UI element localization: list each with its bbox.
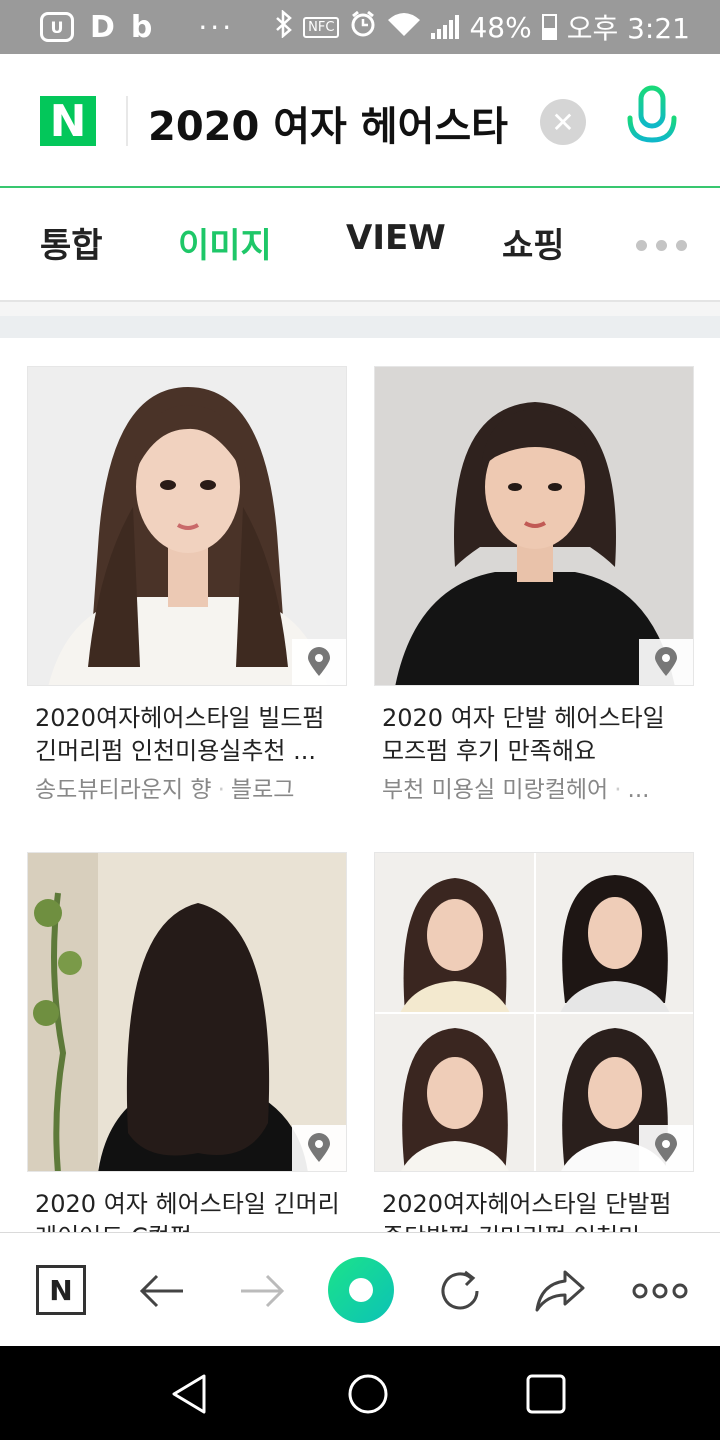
image-result[interactable]: 2020 여자 단발 헤어스타일 모즈펌 후기 만족해요 부천 미용실 미랑컬헤…	[374, 366, 694, 804]
tab-view[interactable]: VIEW	[346, 218, 446, 258]
alarm-icon	[349, 10, 377, 45]
battery-icon	[541, 14, 557, 40]
source-name: 송도뷰티라운지 향	[35, 777, 212, 803]
clear-search-button[interactable]: ✕	[540, 99, 586, 145]
share-icon	[535, 1270, 585, 1312]
result-thumbnail[interactable]	[374, 366, 694, 686]
search-input[interactable]: 2020 여자 헤어스타	[148, 94, 528, 152]
spacer	[0, 302, 720, 316]
green-dot-button[interactable]	[328, 1257, 394, 1323]
source-name: 부천 미용실 미랑컬헤어	[382, 777, 609, 803]
nav-recents-button[interactable]	[524, 1372, 568, 1416]
source-type: 블로그	[230, 777, 295, 803]
forward-button[interactable]	[232, 1261, 292, 1321]
more-tabs-button[interactable]	[636, 240, 687, 251]
back-button[interactable]	[132, 1261, 192, 1321]
app-notification-icon: b	[130, 9, 153, 45]
result-thumbnail[interactable]	[374, 852, 694, 1172]
source-type: ...	[627, 777, 650, 803]
location-pin-icon[interactable]	[292, 639, 346, 685]
clock: 오후 3:21	[566, 12, 690, 45]
circle-home-icon	[348, 1374, 388, 1414]
tab-shopping[interactable]: 쇼핑	[502, 218, 565, 267]
image-result[interactable]: 2020여자헤어스타일 빌드펌 긴머리펌 인천미용실추천 ... 송도뷰티라운지…	[27, 366, 347, 804]
result-title[interactable]: 2020 여자 단발 헤어스타일 모즈펌 후기 만족해요	[374, 702, 694, 768]
more-menu-button[interactable]	[630, 1261, 690, 1321]
microphone-icon	[627, 85, 677, 155]
image-result[interactable]: 2020여자헤어스타일 단발펌 중단발펌 긴머리펌 인천미	[374, 852, 694, 1254]
nav-home-button[interactable]	[346, 1372, 390, 1416]
divider	[126, 96, 128, 146]
search-tabs: 통합 이미지 VIEW 쇼핑	[0, 188, 720, 302]
app-notification-icon: D	[90, 9, 115, 45]
nav-back-button[interactable]	[168, 1372, 212, 1416]
tab-images[interactable]: 이미지	[178, 218, 272, 267]
system-nav-bar	[0, 1346, 720, 1440]
result-title[interactable]: 2020여자헤어스타일 빌드펌 긴머리펌 인천미용실추천 ...	[27, 702, 347, 768]
share-button[interactable]	[530, 1261, 590, 1321]
tab-integrated[interactable]: 통합	[40, 218, 103, 267]
section-divider	[0, 316, 720, 338]
browser-toolbar: N	[0, 1232, 720, 1346]
voice-search-button[interactable]	[622, 84, 682, 160]
triangle-back-icon	[172, 1374, 206, 1414]
result-thumbnail[interactable]	[27, 852, 347, 1172]
image-result[interactable]: 2020 여자 헤어스타일 긴머리 레이어드 C컬펌	[27, 852, 347, 1254]
app-notification-icon: U	[40, 12, 74, 42]
refresh-icon	[441, 1270, 479, 1310]
result-source: 부천 미용실 미랑컬헤어 ·...	[382, 777, 650, 803]
battery-percent: 48%	[469, 10, 532, 44]
result-source: 송도뷰티라운지 향 · 블로그	[35, 777, 295, 803]
home-button[interactable]: N	[36, 1265, 86, 1315]
search-header: N 2020 여자 헤어스타 ✕	[0, 54, 720, 188]
more-dots-icon	[632, 1283, 688, 1299]
naver-logo[interactable]: N	[40, 96, 96, 147]
more-notifications-icon: ···	[198, 10, 235, 44]
arrow-left-icon	[139, 1274, 183, 1308]
refresh-button[interactable]	[430, 1261, 490, 1321]
result-thumbnail[interactable]	[27, 366, 347, 686]
square-recents-icon	[526, 1374, 566, 1414]
location-pin-icon[interactable]	[292, 1125, 346, 1171]
bluetooth-icon	[275, 8, 293, 45]
signal-icon	[431, 15, 460, 39]
location-pin-icon[interactable]	[639, 639, 693, 685]
arrow-right-icon	[241, 1274, 285, 1308]
nfc-icon: NFC	[303, 16, 340, 38]
location-pin-icon[interactable]	[639, 1125, 693, 1171]
wifi-icon	[387, 11, 421, 44]
status-bar: U D b ··· NFC 48% 오후 3:21	[0, 0, 720, 54]
